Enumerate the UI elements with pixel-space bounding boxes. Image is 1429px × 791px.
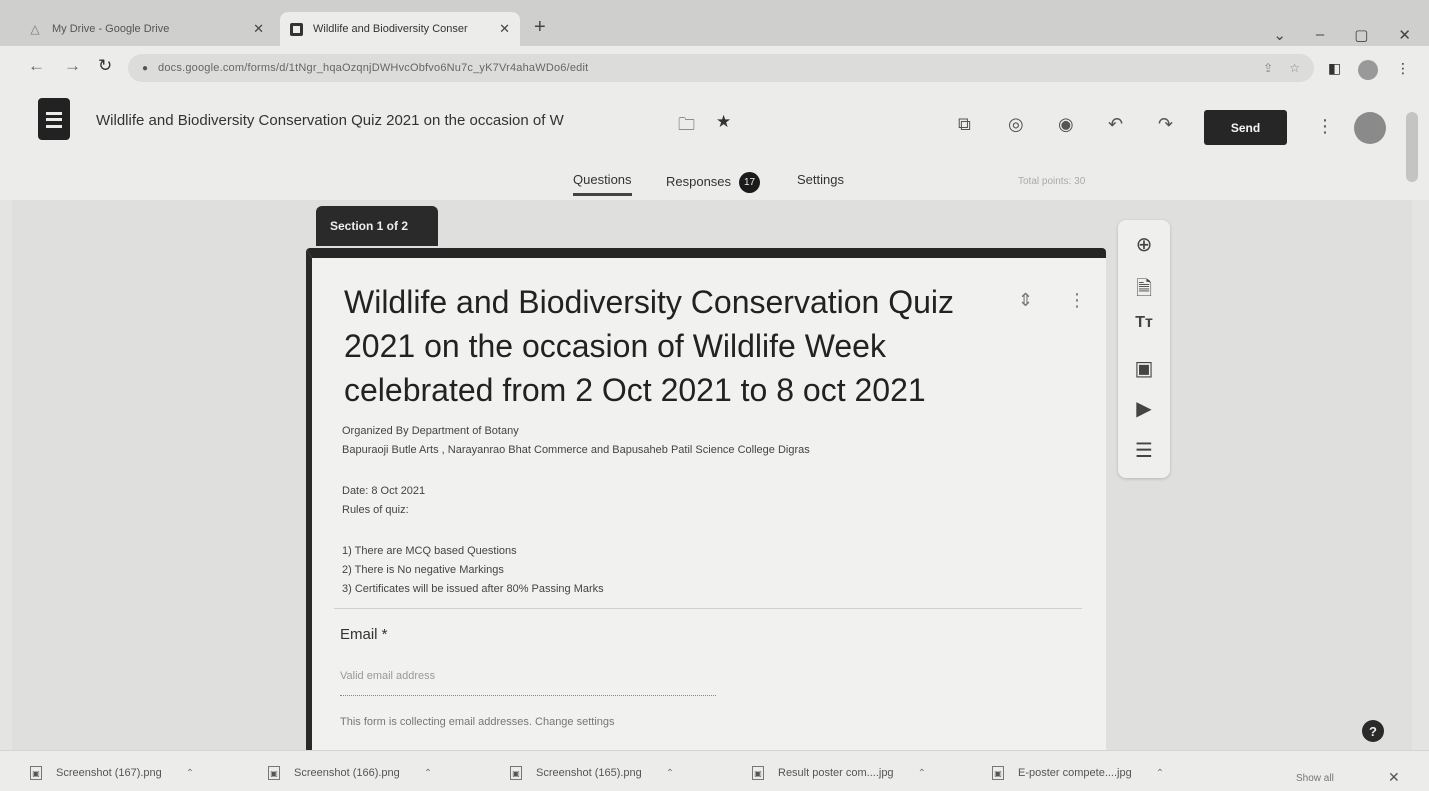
rule-item: 1) There are MCQ based Questions bbox=[342, 545, 517, 557]
form-title[interactable]: Wildlife and Biodiversity Conservation Q… bbox=[344, 280, 994, 412]
collapse-section-icon[interactable]: ⇕ bbox=[1018, 290, 1033, 311]
add-video-icon[interactable]: ▶ bbox=[1118, 396, 1170, 421]
close-icon[interactable]: ✕ bbox=[253, 21, 264, 37]
browser-menu-icon[interactable]: ⋮ bbox=[1396, 60, 1410, 77]
download-filename: E-poster compete....jpg bbox=[1018, 767, 1132, 779]
form-rules-list: 1) There are MCQ based Questions 2) Ther… bbox=[342, 542, 1042, 599]
show-all-downloads-link[interactable]: Show all bbox=[1296, 773, 1334, 784]
bookmark-star-icon[interactable]: ☆ bbox=[1289, 61, 1300, 75]
side-panel-icon[interactable]: ◧ bbox=[1328, 60, 1341, 77]
add-section-icon[interactable]: ☰ bbox=[1118, 438, 1170, 463]
file-icon: ▣ bbox=[30, 766, 42, 780]
tab-responses[interactable]: Responses 17 bbox=[666, 172, 761, 193]
help-icon[interactable]: ? bbox=[1362, 720, 1384, 742]
maximize-icon[interactable]: ▢ bbox=[1354, 26, 1368, 44]
minimize-icon[interactable]: – bbox=[1316, 26, 1324, 44]
file-icon: ▣ bbox=[510, 766, 522, 780]
close-icon[interactable]: ✕ bbox=[499, 21, 510, 37]
form-document-title[interactable]: Wildlife and Biodiversity Conservation Q… bbox=[96, 112, 676, 129]
close-window-icon[interactable]: ✕ bbox=[1398, 26, 1411, 44]
google-forms-logo[interactable] bbox=[38, 98, 70, 140]
email-field[interactable]: Valid email address bbox=[340, 666, 716, 696]
profile-avatar-small[interactable] bbox=[1358, 60, 1378, 80]
divider bbox=[334, 608, 1082, 609]
addons-icon[interactable]: ⧉ bbox=[958, 114, 971, 135]
tab-google-forms[interactable]: Wildlife and Biodiversity Conser ✕ bbox=[280, 12, 520, 46]
downloads-bar: ▣ Screenshot (167).png ⌃ ▣ Screenshot (1… bbox=[0, 750, 1429, 791]
form-tabs: Questions Responses 17 Settings Total poi… bbox=[0, 168, 1429, 200]
close-downloads-icon[interactable]: ✕ bbox=[1388, 769, 1400, 786]
back-icon[interactable]: ← bbox=[28, 56, 45, 76]
description-line: Bapuraoji Butle Arts , Narayanrao Bhat C… bbox=[342, 444, 810, 456]
forms-header: Wildlife and Biodiversity Conservation Q… bbox=[0, 90, 1429, 200]
file-icon: ▣ bbox=[752, 766, 764, 780]
form-date-rules: Date: 8 Oct 2021 Rules of quiz: bbox=[342, 482, 1042, 520]
tab-title: My Drive - Google Drive bbox=[52, 23, 170, 35]
description-line: Organized By Department of Botany bbox=[342, 425, 519, 437]
address-bar-row: ← → ↻ ● docs.google.com/forms/d/1tNgr_hq… bbox=[0, 46, 1429, 90]
download-item[interactable]: ▣ Screenshot (167).png ⌃ bbox=[30, 763, 194, 783]
drive-icon: △ bbox=[30, 22, 40, 36]
account-avatar[interactable] bbox=[1354, 112, 1386, 144]
add-image-icon[interactable]: ▣ bbox=[1118, 356, 1170, 381]
new-tab-icon[interactable]: + bbox=[534, 16, 546, 39]
url-text: docs.google.com/forms/d/1tNgr_hqaOzqnjDW… bbox=[158, 62, 589, 74]
form-description[interactable]: Organized By Department of Botany Bapura… bbox=[342, 422, 1042, 460]
tab-title: Wildlife and Biodiversity Conser bbox=[313, 23, 468, 35]
redo-icon[interactable]: ↷ bbox=[1158, 114, 1173, 135]
customize-theme-icon[interactable]: ◎ bbox=[1008, 114, 1024, 135]
share-icon[interactable]: ⇪ bbox=[1263, 61, 1273, 75]
email-question-label: Email * bbox=[340, 626, 388, 643]
form-header-card[interactable]: Wildlife and Biodiversity Conservation Q… bbox=[306, 248, 1106, 750]
tab-google-drive[interactable]: △ My Drive - Google Drive ✕ bbox=[18, 12, 274, 46]
question-toolbar: ⊕ 🗎 Tт ▣ ▶ ☰ bbox=[1118, 220, 1170, 478]
lock-icon[interactable]: ● bbox=[142, 63, 148, 74]
tab-settings[interactable]: Settings bbox=[797, 172, 844, 187]
tab-responses-label: Responses bbox=[666, 173, 732, 189]
download-item[interactable]: ▣ Screenshot (165).png ⌃ bbox=[510, 763, 674, 783]
page-scrollbar[interactable] bbox=[1406, 112, 1418, 182]
chevron-up-icon[interactable]: ⌃ bbox=[1156, 768, 1164, 779]
browser-tabstrip: △ My Drive - Google Drive ✕ Wildlife and… bbox=[0, 0, 1429, 46]
more-options-icon[interactable]: ⋮ bbox=[1316, 116, 1334, 137]
star-icon[interactable]: ★ bbox=[716, 112, 731, 132]
download-item[interactable]: ▣ E-poster compete....jpg ⌃ bbox=[992, 763, 1164, 783]
section-label: Section 1 of 2 bbox=[316, 206, 438, 246]
file-icon: ▣ bbox=[992, 766, 1004, 780]
download-item[interactable]: ▣ Screenshot (166).png ⌃ bbox=[268, 763, 432, 783]
rule-item: 3) Certificates will be issued after 80%… bbox=[342, 583, 604, 595]
download-filename: Result poster com....jpg bbox=[778, 767, 894, 779]
tab-search-icon[interactable]: ⌄ bbox=[1273, 26, 1286, 44]
send-button[interactable]: Send bbox=[1204, 110, 1287, 145]
total-points: Total points: 30 bbox=[1018, 176, 1086, 187]
import-questions-icon[interactable]: 🗎 bbox=[1118, 274, 1170, 308]
description-line: Rules of quiz: bbox=[342, 504, 409, 516]
forward-icon[interactable]: → bbox=[64, 56, 81, 76]
download-item[interactable]: ▣ Result poster com....jpg ⌃ bbox=[752, 763, 926, 783]
tab-questions[interactable]: Questions bbox=[573, 172, 632, 196]
add-question-icon[interactable]: ⊕ bbox=[1118, 232, 1170, 257]
section-more-icon[interactable]: ⋮ bbox=[1068, 290, 1086, 311]
move-to-folder-icon[interactable]: 🗀 bbox=[678, 112, 695, 141]
chevron-up-icon[interactable]: ⌃ bbox=[918, 768, 926, 779]
preview-eye-icon[interactable]: ◉ bbox=[1058, 114, 1074, 135]
rule-item: 2) There is No negative Markings bbox=[342, 564, 504, 576]
forms-icon bbox=[290, 22, 303, 36]
download-filename: Screenshot (165).png bbox=[536, 767, 642, 779]
address-bar[interactable]: ● docs.google.com/forms/d/1tNgr_hqaOzqnj… bbox=[128, 54, 1314, 82]
chevron-up-icon[interactable]: ⌃ bbox=[186, 768, 194, 779]
download-filename: Screenshot (167).png bbox=[56, 767, 162, 779]
chevron-up-icon[interactable]: ⌃ bbox=[424, 768, 432, 779]
window-controls: ⌄ – ▢ ✕ bbox=[1273, 26, 1411, 44]
file-icon: ▣ bbox=[268, 766, 280, 780]
add-title-icon[interactable]: Tт bbox=[1118, 314, 1170, 332]
reload-icon[interactable]: ↻ bbox=[98, 56, 112, 76]
responses-count-badge: 17 bbox=[739, 172, 761, 193]
download-filename: Screenshot (166).png bbox=[294, 767, 400, 779]
undo-icon[interactable]: ↶ bbox=[1108, 114, 1123, 135]
email-collection-note[interactable]: This form is collecting email addresses.… bbox=[340, 716, 615, 728]
chevron-up-icon[interactable]: ⌃ bbox=[666, 768, 674, 779]
description-line: Date: 8 Oct 2021 bbox=[342, 485, 426, 497]
